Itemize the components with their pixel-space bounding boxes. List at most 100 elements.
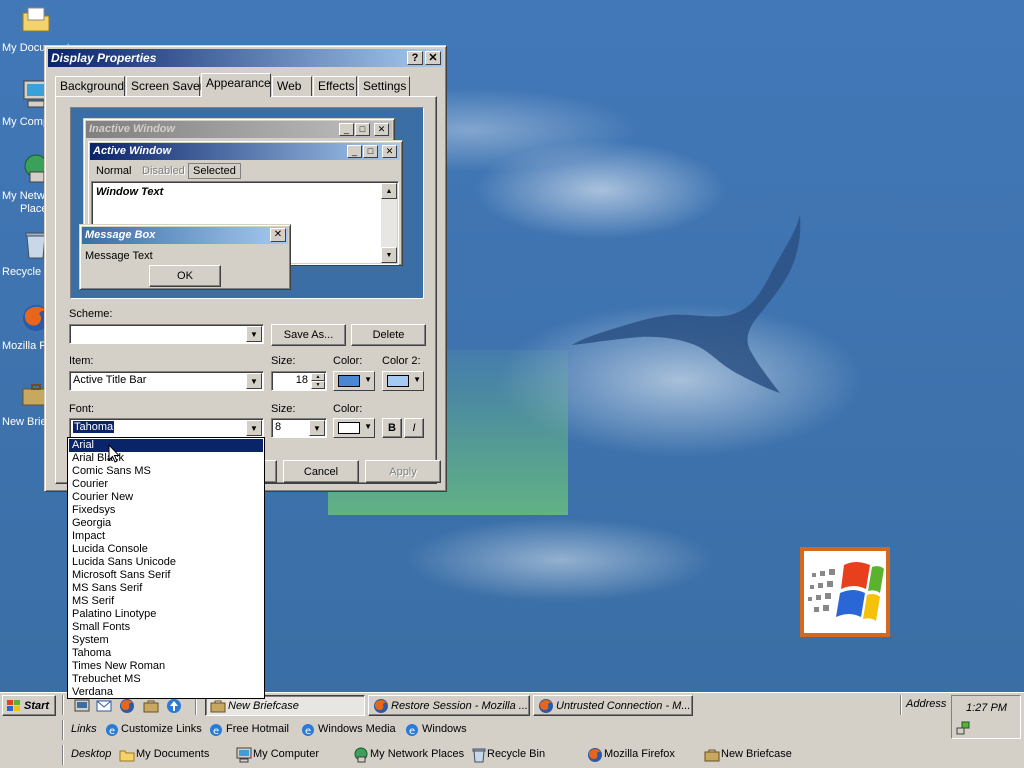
briefcase-icon xyxy=(210,700,226,713)
font-dropdown-list[interactable]: Arial Arial Black Comic Sans MS Courier … xyxy=(67,437,265,699)
font-option[interactable]: Microsoft Sans Serif xyxy=(69,569,263,582)
item-color-picker[interactable]: ▼ xyxy=(333,371,375,391)
font-color-label: Color: xyxy=(333,403,363,415)
font-size-value: 8 xyxy=(275,421,282,433)
tab-screen-saver[interactable]: Screen Saver xyxy=(126,76,204,96)
desktop-link-mozilla-firefox[interactable]: Mozilla Firefox xyxy=(604,748,675,760)
font-option[interactable]: Trebuchet MS xyxy=(69,673,263,686)
firefox-icon xyxy=(374,699,388,713)
font-option[interactable]: Lucida Sans Unicode xyxy=(69,556,263,569)
spin-up-icon[interactable]: ▲ xyxy=(311,373,325,381)
preview-message-box: Message Box ✕ Message Text OK xyxy=(79,224,291,290)
font-option[interactable]: Georgia xyxy=(69,517,263,530)
font-dropdown[interactable]: Tahoma ▼ xyxy=(69,418,264,438)
font-option[interactable]: Courier New xyxy=(69,491,263,504)
ie-link-icon: e xyxy=(406,724,418,737)
font-option[interactable]: MS Serif xyxy=(69,595,263,608)
separator xyxy=(900,695,902,715)
font-option[interactable]: System xyxy=(69,634,263,647)
desktop-link-recycle-bin[interactable]: Recycle Bin xyxy=(487,748,545,760)
start-button[interactable]: Start xyxy=(2,695,56,716)
svg-text:e: e xyxy=(305,726,311,737)
desktop-link-my-computer[interactable]: My Computer xyxy=(253,748,319,760)
link-windows[interactable]: Windows xyxy=(422,723,467,735)
item-size-spinner[interactable]: 18 ▲ ▼ xyxy=(271,371,327,391)
task-button-untrusted-connection[interactable]: Untrusted Connection - M... xyxy=(533,695,693,716)
clock[interactable]: 1:27 PM xyxy=(966,702,1007,714)
firefox-icon xyxy=(588,748,602,762)
font-option[interactable]: Courier xyxy=(69,478,263,491)
show-desktop-icon[interactable] xyxy=(74,698,90,714)
appearance-tab-panel: Inactive Window _ □ ✕ Active Window _ □ … xyxy=(55,96,437,484)
desktop-link-new-briefcase[interactable]: New Briefcase xyxy=(721,748,792,760)
link-windows-media[interactable]: Windows Media xyxy=(318,723,396,735)
font-option[interactable]: Impact xyxy=(69,530,263,543)
tab-effects[interactable]: Effects xyxy=(313,76,357,96)
font-option[interactable]: Arial xyxy=(69,439,263,452)
preview-window-text: Window Text xyxy=(96,186,164,198)
links-toolbar: Links e Customize Links e Free Hotmail e… xyxy=(0,718,1024,742)
font-color-picker[interactable]: ▼ xyxy=(333,418,375,438)
chevron-down-icon[interactable]: ▼ xyxy=(309,420,325,436)
font-option[interactable]: Small Fonts xyxy=(69,621,263,634)
font-size-label: Size: xyxy=(271,403,296,415)
firefox-icon xyxy=(539,699,553,713)
item-color2-picker[interactable]: ▼ xyxy=(382,371,424,391)
link-customize-links[interactable]: Customize Links xyxy=(121,723,202,735)
scheme-dropdown[interactable]: ▼ xyxy=(69,324,264,344)
font-option[interactable]: Verdana xyxy=(69,686,263,699)
save-as-button[interactable]: Save As... xyxy=(271,324,346,346)
font-option[interactable]: Arial Black xyxy=(69,452,263,465)
tab-settings[interactable]: Settings xyxy=(358,76,410,96)
address-toolbar-label[interactable]: Address xyxy=(906,698,946,710)
briefcase-icon[interactable] xyxy=(143,698,159,714)
desktop-link-my-documents[interactable]: My Documents xyxy=(136,748,209,760)
spinner-buttons[interactable]: ▲ ▼ xyxy=(311,373,325,389)
desktop-link-my-network-places[interactable]: My Network Places xyxy=(370,748,464,760)
item-dropdown[interactable]: Active Title Bar ▼ xyxy=(69,371,264,391)
tab-web[interactable]: Web xyxy=(272,76,312,96)
italic-button[interactable]: I xyxy=(404,418,424,438)
taskbar: Start New Briefcase Restore Session - Mo… xyxy=(0,692,1024,768)
help-button[interactable]: ? xyxy=(407,51,423,65)
font-option[interactable]: Tahoma xyxy=(69,647,263,660)
bold-button[interactable]: B xyxy=(382,418,402,438)
chevron-down-icon[interactable]: ▼ xyxy=(246,420,262,436)
font-size-dropdown[interactable]: 8 ▼ xyxy=(271,418,327,438)
start-label: Start xyxy=(24,699,50,712)
svg-text:e: e xyxy=(409,726,415,737)
font-option[interactable]: Palatino Linotype xyxy=(69,608,263,621)
link-free-hotmail[interactable]: Free Hotmail xyxy=(226,723,289,735)
firefox-icon[interactable] xyxy=(119,698,135,714)
maximize-icon: □ xyxy=(363,145,378,158)
chevron-down-icon[interactable]: ▼ xyxy=(246,373,262,389)
ie-link-icon: e xyxy=(210,724,222,737)
font-option[interactable]: Times New Roman xyxy=(69,660,263,673)
font-option[interactable]: Comic Sans MS xyxy=(69,465,263,478)
outlook-express-icon[interactable] xyxy=(96,698,112,714)
title-bar[interactable]: Display Properties ? ✕ xyxy=(48,49,443,67)
chevron-down-icon[interactable]: ▼ xyxy=(246,326,262,342)
font-option[interactable]: Fixedsys xyxy=(69,504,263,517)
tab-appearance[interactable]: Appearance xyxy=(201,73,271,97)
preview-menu-normal: Normal xyxy=(96,165,132,177)
minimize-icon: _ xyxy=(339,123,354,136)
links-label[interactable]: Links xyxy=(71,723,97,735)
windows-update-icon[interactable] xyxy=(166,698,182,714)
close-button[interactable]: ✕ xyxy=(425,51,441,65)
task-label: Restore Session - Mozilla ... xyxy=(391,699,528,712)
font-option[interactable]: Lucida Console xyxy=(69,543,263,556)
close-icon: ✕ xyxy=(374,123,389,136)
task-button-restore-session[interactable]: Restore Session - Mozilla ... xyxy=(368,695,530,716)
appearance-preview[interactable]: Inactive Window _ □ ✕ Active Window _ □ … xyxy=(70,107,424,299)
apply-button[interactable]: Apply xyxy=(365,460,441,483)
cancel-button[interactable]: Cancel xyxy=(283,460,359,483)
font-option[interactable]: MS Sans Serif xyxy=(69,582,263,595)
desktop-toolbar-label[interactable]: Desktop xyxy=(71,748,111,760)
item-color2-label: Color 2: xyxy=(382,355,421,367)
tab-background[interactable]: Background xyxy=(55,76,125,96)
desktop-icon-label: Mozilla Fi xyxy=(2,340,49,352)
spin-down-icon[interactable]: ▼ xyxy=(311,381,325,389)
delete-button[interactable]: Delete xyxy=(351,324,426,346)
scheme-label: Scheme: xyxy=(69,308,113,320)
